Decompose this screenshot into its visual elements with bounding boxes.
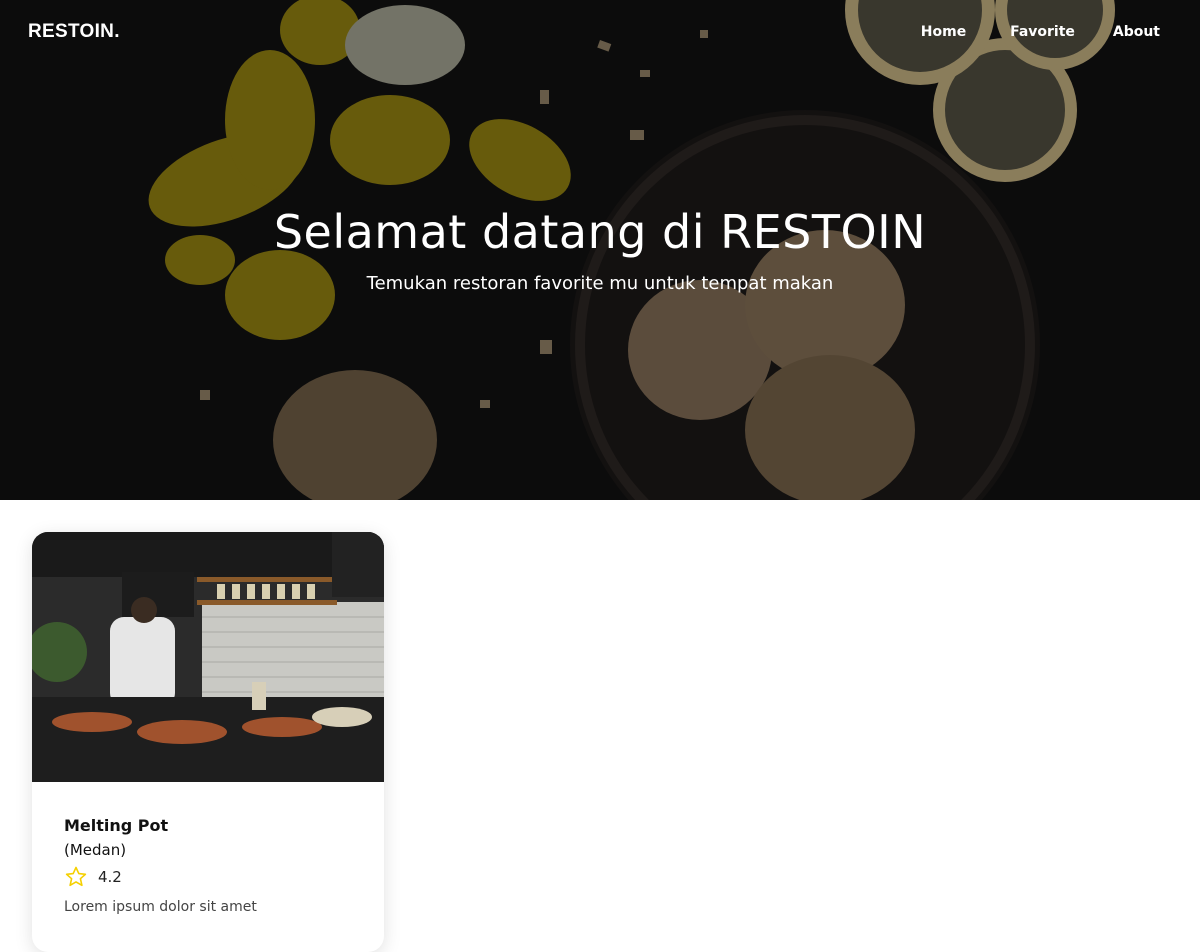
nav-links: Home Favorite About — [894, 24, 1172, 40]
star-icon — [65, 866, 87, 887]
nav-link-favorite[interactable]: Favorite — [993, 24, 1092, 40]
restaurant-city: (Medan) — [64, 841, 127, 859]
hero-subtitle: Temukan restoran favorite mu untuk tempa… — [366, 273, 834, 294]
restaurant-name[interactable]: Melting Pot — [64, 816, 352, 835]
navbar: RESTOIN. Home Favorite About — [0, 0, 1200, 64]
card-body: Melting Pot (Medan) 4.2 Lorem ipsum dolo… — [32, 782, 384, 915]
restaurant-card[interactable]: Melting Pot (Medan) 4.2 Lorem ipsum dolo… — [32, 532, 384, 952]
restaurant-image — [32, 532, 384, 782]
restaurant-list: Melting Pot (Medan) 4.2 Lorem ipsum dolo… — [0, 500, 1200, 952]
nav-link-about[interactable]: About — [1092, 24, 1172, 40]
hero-section: RESTOIN. Home Favorite About Selamat dat… — [0, 0, 1200, 500]
brand-logo[interactable]: RESTOIN. — [28, 21, 120, 43]
restaurant-rating: 4.2 — [64, 865, 352, 889]
restaurant-description: Lorem ipsum dolor sit amet — [64, 899, 257, 915]
hero-text: Selamat datang di RESTOIN Temukan restor… — [0, 205, 1200, 294]
rating-value: 4.2 — [98, 868, 122, 886]
nav-link-home[interactable]: Home — [894, 24, 993, 40]
hero-title: Selamat datang di RESTOIN — [273, 205, 927, 259]
